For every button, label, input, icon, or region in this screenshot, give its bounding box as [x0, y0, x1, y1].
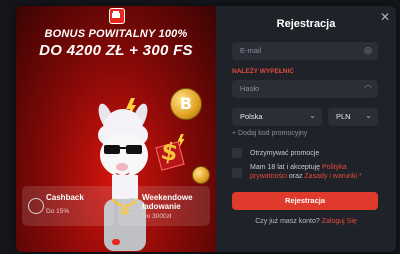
chevron-down-icon: ⌄: [309, 111, 316, 120]
email-field[interactable]: E-mail ◎: [232, 42, 378, 60]
country-select[interactable]: Polska ⌄: [232, 108, 322, 126]
registration-form: ✕ Rejestracja E-mail ◎ NALEŻY WYPEŁNIĆ H…: [216, 6, 396, 252]
feature-weekend-reload: Weekendowe ładowanie Do 3000zł: [118, 186, 210, 226]
email-placeholder: E-mail: [240, 46, 262, 55]
registration-modal: BONUS POWITALNY 100% DO 4200 ZŁ + 300 FS…: [16, 6, 396, 252]
feature-cashback-name: Cashback: [46, 193, 84, 202]
currency-select-value: PLN: [336, 112, 351, 121]
feature-reload-sub: Do 3000zł: [142, 213, 172, 220]
terms-conditions-link[interactable]: Zasady i warunki: [304, 173, 357, 180]
chevron-down-icon: ⌄: [365, 111, 372, 120]
add-promo-code-link[interactable]: + Dodaj kod promocyjny: [232, 130, 307, 137]
login-prompt: Czy już masz konto? Zaloguj Się: [216, 218, 396, 225]
reload-icon: [124, 198, 140, 214]
eye-icon[interactable]: ◠: [364, 83, 372, 94]
llama-mascot-image: [98, 103, 148, 251]
feature-reload-name: Weekendowe ładowanie: [142, 193, 193, 211]
at-icon: ◎: [364, 45, 372, 55]
form-title: Rejestracja: [276, 18, 336, 30]
country-select-value: Polska: [240, 112, 263, 121]
bitcoin-coin-icon: B: [170, 88, 202, 120]
terms-checkbox[interactable]: [232, 168, 242, 178]
feature-cashback-sub: Do 15%: [46, 208, 70, 215]
email-error-text: NALEŻY WYPEŁNIĆ: [232, 68, 294, 75]
currency-select[interactable]: PLN ⌄: [328, 108, 378, 126]
promotions-checkbox[interactable]: [232, 148, 242, 158]
promo-panel: BONUS POWITALNY 100% DO 4200 ZŁ + 300 FS…: [16, 6, 216, 252]
terms-text-2: oraz: [286, 173, 305, 180]
promotions-checkbox-label: Otrzymywać promocje: [250, 150, 320, 157]
slider-dot-active[interactable]: [112, 239, 120, 245]
register-button[interactable]: Rejestracja: [232, 192, 378, 210]
password-field[interactable]: Hasło ◠: [232, 80, 378, 98]
promo-title-line1: BONUS POWITALNY 100%: [44, 28, 188, 40]
promo-title-line2: DO 4200 ZŁ + 300 FS: [39, 42, 193, 59]
password-placeholder: Hasło: [240, 84, 260, 93]
cashback-icon: [28, 198, 44, 214]
login-prompt-text: Czy już masz konto?: [255, 218, 320, 225]
terms-checkbox-label: Mam 18 lat i akceptuję Polityka prywatno…: [250, 163, 380, 181]
logo-icon: [109, 8, 125, 24]
feature-cashback: Cashback Do 15%: [22, 186, 114, 226]
required-star: *: [357, 173, 362, 180]
login-link[interactable]: Zaloguj Się: [322, 218, 357, 225]
terms-text-1: Mam 18 lat i akceptuję: [250, 164, 322, 171]
coin-icon: [192, 166, 210, 184]
